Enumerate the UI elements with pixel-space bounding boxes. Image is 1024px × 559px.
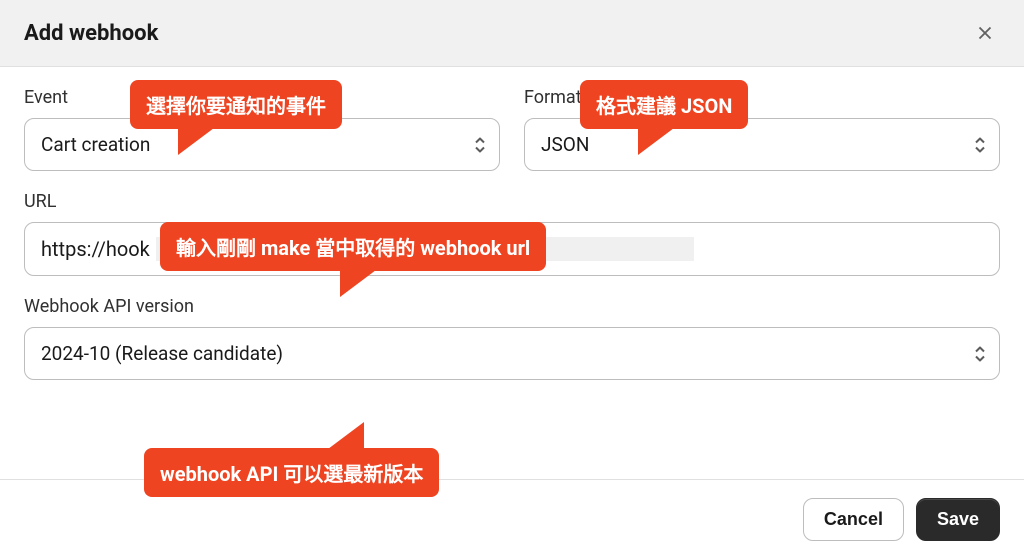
url-value: https://hook xyxy=(41,237,150,261)
callout-event: 選擇你要通知的事件 xyxy=(130,80,342,129)
callout-api-text: webhook API 可以選最新版本 xyxy=(160,462,423,486)
close-icon xyxy=(974,22,996,44)
callout-arrow-icon xyxy=(178,125,218,155)
api-version-select[interactable]: 2024-10 (Release candidate) xyxy=(24,327,1000,380)
callout-format-text: 格式建議 JSON xyxy=(596,94,732,118)
modal-header: Add webhook xyxy=(0,0,1024,67)
callout-api: webhook API 可以選最新版本 xyxy=(144,448,439,497)
url-label: URL xyxy=(24,191,1000,212)
callout-arrow-icon xyxy=(324,422,364,452)
callout-format: 格式建議 JSON xyxy=(580,80,748,129)
modal-title: Add webhook xyxy=(24,21,158,46)
callout-url-text: 輸入剛剛 make 當中取得的 webhook url xyxy=(176,236,530,260)
field-api-version: Webhook API version 2024-10 (Release can… xyxy=(24,296,1000,380)
callout-url: 輸入剛剛 make 當中取得的 webhook url xyxy=(160,222,546,271)
close-button[interactable] xyxy=(970,18,1000,48)
row-api-version: Webhook API version 2024-10 (Release can… xyxy=(24,296,1000,380)
callout-event-text: 選擇你要通知的事件 xyxy=(146,94,326,118)
api-version-select-wrap: 2024-10 (Release candidate) xyxy=(24,327,1000,380)
cancel-button[interactable]: Cancel xyxy=(803,498,904,541)
api-version-label: Webhook API version xyxy=(24,296,1000,317)
callout-arrow-icon xyxy=(340,267,380,297)
callout-arrow-icon xyxy=(638,125,678,155)
save-button[interactable]: Save xyxy=(916,498,1000,541)
